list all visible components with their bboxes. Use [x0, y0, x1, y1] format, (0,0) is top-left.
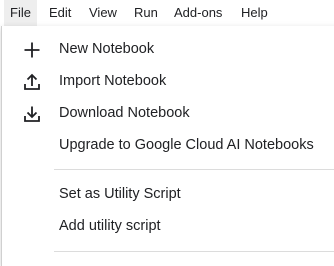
- menu-file[interactable]: File: [4, 0, 37, 26]
- menu-item-label: Add utility script: [59, 218, 161, 234]
- menu-edit[interactable]: Edit: [49, 0, 71, 26]
- menu-separator: [54, 251, 334, 252]
- menu-item-upgrade-google-cloud-ai-notebooks[interactable]: Upgrade to Google Cloud AI Notebooks: [2, 129, 334, 161]
- menu-help[interactable]: Help: [241, 0, 268, 26]
- menu-item-label: Import Notebook: [59, 73, 167, 89]
- menu-item-new-notebook[interactable]: New Notebook: [2, 33, 334, 65]
- file-menu-dropdown: New Notebook Import Notebook Download No…: [1, 26, 334, 266]
- menu-item-label: Set as Utility Script: [59, 186, 181, 202]
- menu-item-set-utility-script[interactable]: Set as Utility Script: [2, 178, 334, 210]
- menu-item-label: Download Notebook: [59, 105, 190, 121]
- download-icon: [24, 106, 40, 122]
- menu-bar: File Edit View Run Add-ons Help: [0, 0, 334, 26]
- menu-item-add-utility-script[interactable]: Add utility script: [2, 210, 334, 242]
- menu-view[interactable]: View: [89, 0, 117, 26]
- menu-item-import-notebook[interactable]: Import Notebook: [2, 65, 334, 97]
- menu-item-label: Upgrade to Google Cloud AI Notebooks: [59, 137, 314, 153]
- upload-icon: [24, 73, 40, 90]
- menu-run[interactable]: Run: [134, 0, 158, 26]
- menu-add-ons[interactable]: Add-ons: [174, 0, 222, 26]
- menu-item-label: New Notebook: [59, 41, 155, 57]
- menu-item-download-notebook[interactable]: Download Notebook: [2, 97, 334, 129]
- menu-separator: [54, 169, 334, 170]
- plus-icon: [24, 42, 40, 58]
